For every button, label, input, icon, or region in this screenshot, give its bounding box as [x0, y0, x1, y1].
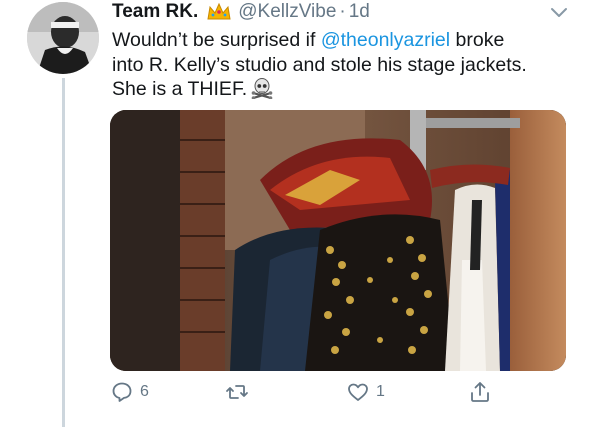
thread-line [62, 78, 65, 427]
tweet-text-line-2: into R. Kelly’s studio and stole his sta… [112, 53, 527, 76]
mention-link[interactable]: @theonlyazriel [321, 29, 450, 51]
heart-icon [348, 383, 368, 401]
share-icon [471, 382, 489, 402]
avatar-image [27, 2, 99, 74]
user-handle[interactable]: @KellzVibe [238, 1, 336, 23]
display-name[interactable]: Team RK. [112, 1, 198, 23]
chevron-down-icon[interactable] [550, 6, 568, 18]
tweet-text-line-1: Wouldn’t be surprised if @theonlyazriel … [112, 28, 572, 53]
text-segment: She is a THIEF. [112, 78, 248, 100]
text-segment: broke [450, 29, 505, 51]
tweet-photo[interactable] [110, 110, 566, 371]
photo-jackets [110, 110, 566, 371]
text-segment: Wouldn’t be surprised if [112, 29, 321, 51]
reply-button[interactable]: 6 [110, 380, 149, 404]
tweet-text: Wouldn’t be surprised if @theonlyazriel … [112, 28, 572, 102]
avatar[interactable] [27, 2, 99, 74]
share-button[interactable] [468, 380, 492, 404]
skull-crossbones-icon [251, 77, 273, 100]
reply-count: 6 [140, 383, 149, 400]
like-button[interactable]: 1 [346, 380, 385, 404]
crown-icon [206, 2, 232, 22]
tweet-header: Team RK. @KellzVibe · 1d [112, 1, 370, 23]
timestamp[interactable]: 1d [349, 1, 370, 23]
retweet-icon [226, 385, 248, 399]
separator: · [339, 1, 346, 22]
tweet-actions: 6 1 [110, 380, 570, 410]
tweet-text-line-3: She is a THIEF. [112, 77, 572, 102]
retweet-button[interactable] [225, 380, 255, 404]
like-count: 1 [376, 383, 385, 400]
reply-icon [112, 382, 132, 402]
